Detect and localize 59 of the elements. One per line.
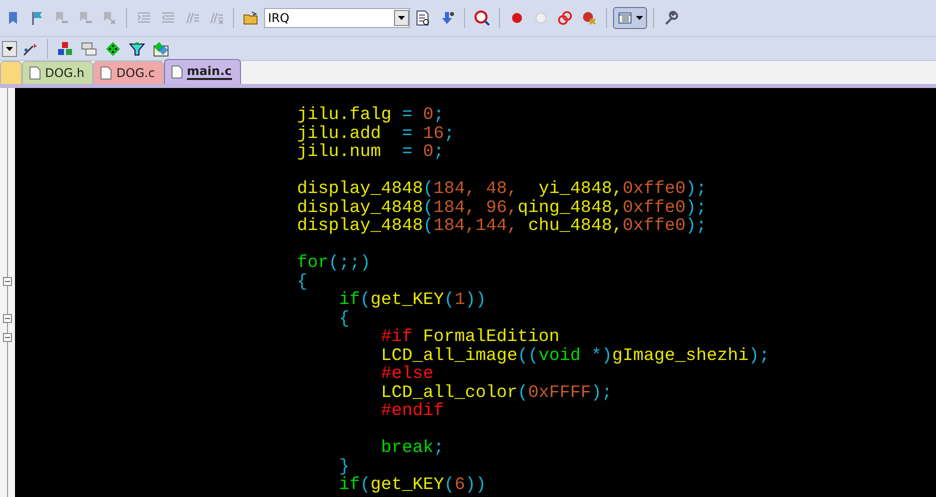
dropdown-button[interactable] [2,40,17,56]
fold-toggle[interactable] [3,314,12,324]
caret-icon [398,16,405,20]
stacked-windows-icon [81,40,97,56]
code-line: jilu.add = 16; [297,124,455,143]
find-in-files-icon [415,10,431,26]
code-line: LCD_all_image((void *)gImage_shezhi); [380,346,770,365]
code-line: for(;;) [297,254,371,272]
fold-toggle[interactable] [3,332,12,342]
blocks-icon [57,40,73,56]
folder-icon [243,10,259,26]
caret-icon [636,16,643,20]
debug-magnifier-icon [474,10,490,26]
window-menu-button[interactable] [613,7,647,29]
document-icon [100,66,112,80]
code-line: break; [380,439,444,458]
tab-label: DOG.c [116,66,155,80]
code-line: #endif [380,402,444,420]
code-line: #if FormalEdition [380,328,560,346]
caret-icon [6,46,13,50]
bookmark-arrow-icon [77,10,93,26]
arrow-down-icon [439,10,455,26]
code-line: jilu.num = 0; [297,143,444,162]
rings-icon [557,10,573,26]
file-tab[interactable]: DOG.c [93,61,164,84]
wrench-icon [663,10,679,26]
code-line: #else [380,365,434,384]
wand-icon [22,40,38,56]
tab-label: main.c [186,64,232,80]
code-line: display_4848(184, 96,qing_4848,0xffe0); [297,198,707,217]
funnel-icon [129,40,145,56]
document-icon [170,65,183,79]
dropdown-field[interactable]: IRQ [264,8,410,28]
code-line: } [338,458,350,476]
file-tab[interactable]: main.c [164,59,241,84]
code-line: display_4848(184, 48, yi_4848,0xffe0); [297,180,707,198]
window-icon [617,10,633,26]
uncomment-icon [208,10,224,26]
bookmark-arrow-icon [53,10,69,26]
diamond-grid-icon [153,40,169,56]
code-line: { [338,310,350,328]
dot-cross-icon [581,10,597,26]
code-line: { [297,272,308,291]
dropdown-button[interactable] [394,10,409,26]
empty-circle-icon [533,10,549,26]
code-line: if(get_KEY(6)) [338,476,486,494]
code-line: if(get_KEY(1)) [338,291,486,310]
bookmark-cross-icon [101,10,117,26]
comment-icon [184,10,200,26]
breakpoint-dot-icon [509,10,525,26]
fold-toggle[interactable] [3,277,12,286]
dropdown-value: IRQ [267,11,290,25]
document-icon [29,66,41,80]
tab-label: DOG.h [45,66,84,80]
diamond-icon [105,40,121,56]
file-tab[interactable]: DOG.h [22,61,94,84]
code-line: LCD_all_color(0xFFFF); [380,384,612,402]
code-line: jilu.falg = 0; [297,106,444,124]
code-line: display_4848(184,144, chu_4848,0xffe0); [297,217,707,236]
